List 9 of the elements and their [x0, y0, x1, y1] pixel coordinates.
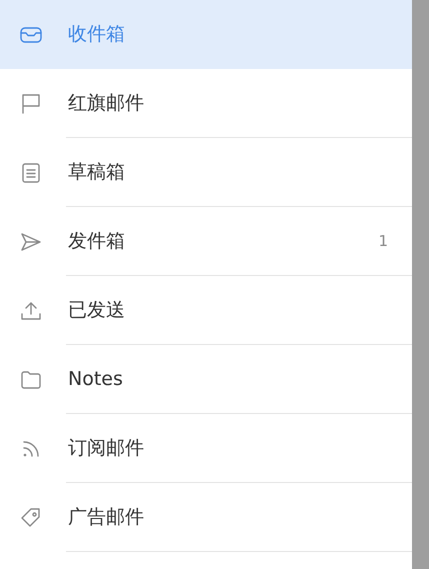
folder-label: 收件箱 [68, 22, 126, 48]
unread-count: 1 [378, 231, 388, 252]
folder-label: 发件箱 [68, 229, 126, 254]
folder-label: 红旗邮件 [68, 91, 145, 116]
folder-label: 订阅邮件 [68, 436, 145, 462]
folder-label: 草稿箱 [68, 160, 126, 186]
folder-label: 广告邮件 [68, 505, 145, 530]
folder-label: 已发送 [68, 298, 126, 324]
folder-label: Notes [68, 367, 124, 392]
